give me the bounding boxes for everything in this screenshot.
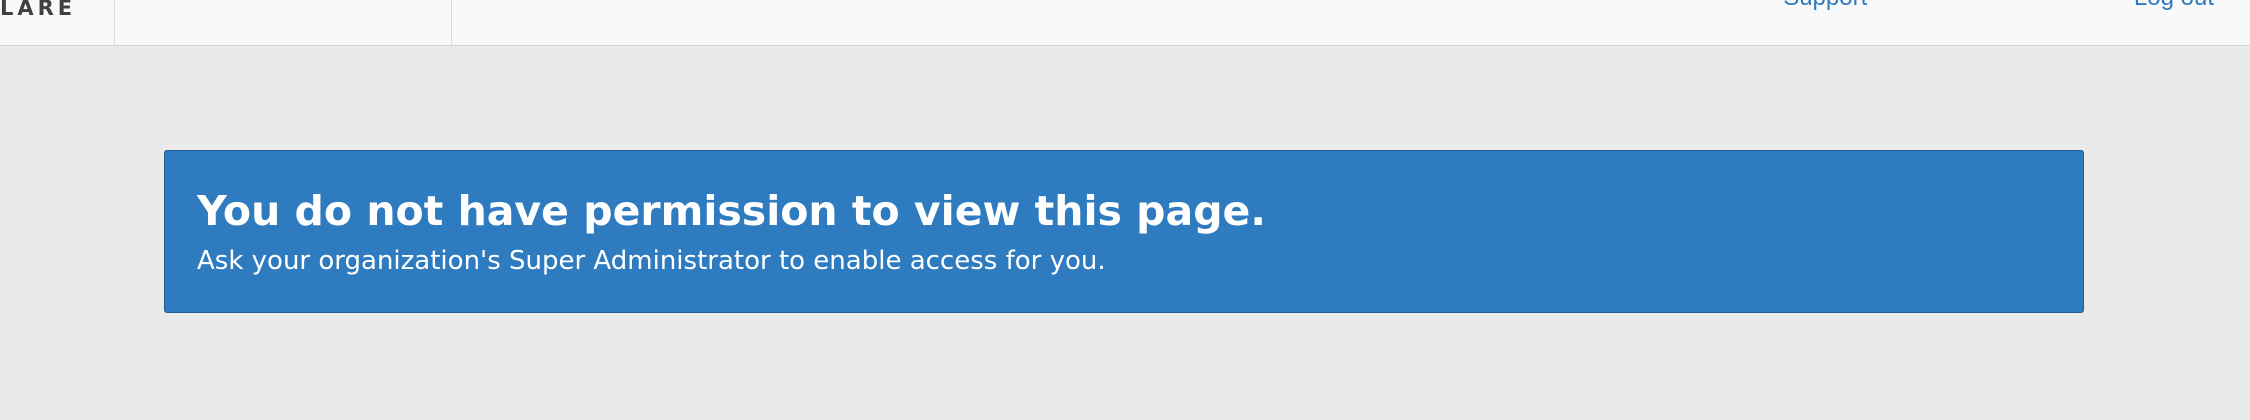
- alert-message: Ask your organization's Super Administra…: [197, 246, 1106, 276]
- nav-divider: [114, 0, 115, 45]
- alert-title: You do not have permission to view this …: [197, 187, 1266, 235]
- brand-logo[interactable]: LARE: [0, 0, 76, 20]
- top-navigation-bar: LARE Support Log out: [0, 0, 2250, 46]
- account-link[interactable]: Log out: [2134, 0, 2214, 11]
- nav-divider: [451, 0, 452, 45]
- permission-alert: You do not have permission to view this …: [164, 150, 2084, 313]
- top-nav-links: Support Log out: [1523, 0, 2214, 12]
- support-link[interactable]: Support: [1783, 0, 1867, 11]
